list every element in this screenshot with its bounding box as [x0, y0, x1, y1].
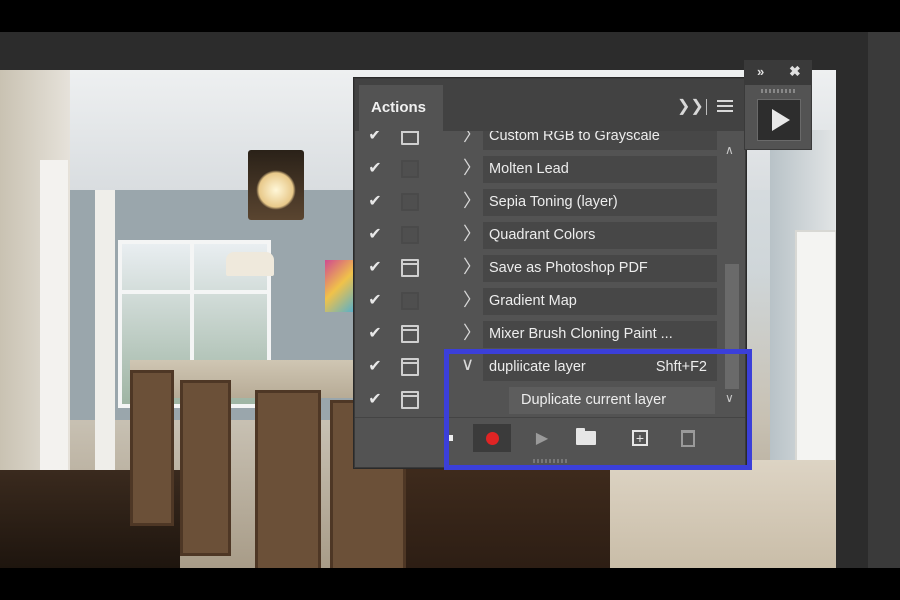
- chevron-right-icon[interactable]: 〉: [463, 290, 481, 310]
- action-row[interactable]: ✔ 〉 Sepia Toning (layer): [355, 186, 721, 219]
- action-name: Save as Photoshop PDF: [483, 255, 717, 282]
- checkmark-icon[interactable]: ✔: [365, 392, 385, 408]
- checkmark-icon[interactable]: ✔: [365, 131, 385, 144]
- action-row[interactable]: ✔ 〉 Save as Photoshop PDF: [355, 252, 721, 285]
- action-name: Gradient Map: [483, 288, 717, 315]
- panel-header: Actions ❯❯: [355, 79, 745, 131]
- mini-panel-grip[interactable]: [761, 89, 795, 93]
- dialog-toggle-icon[interactable]: [401, 259, 419, 277]
- checkmark-icon[interactable]: ✔: [365, 194, 385, 210]
- action-name: Custom RGB to Grayscale: [483, 131, 717, 150]
- mini-panel-header: » ✖: [745, 61, 811, 85]
- chevron-right-icon[interactable]: 〉: [463, 191, 481, 211]
- tab-actions[interactable]: Actions: [359, 85, 443, 131]
- action-row[interactable]: ✔ 〉 Mixer Brush Cloning Paint ...: [355, 318, 721, 351]
- dialog-toggle-icon[interactable]: [401, 226, 419, 244]
- checkmark-icon[interactable]: ✔: [365, 326, 385, 342]
- action-row[interactable]: ✔ 〉 Quadrant Colors: [355, 219, 721, 252]
- dialog-toggle-icon[interactable]: [401, 193, 419, 211]
- dialog-toggle-icon[interactable]: [401, 292, 419, 310]
- dialog-toggle-icon[interactable]: [401, 160, 419, 178]
- highlight-box: [444, 349, 752, 470]
- chevron-right-icon[interactable]: 〉: [463, 224, 481, 244]
- workspace-right-edge: [868, 32, 900, 568]
- checkmark-icon[interactable]: ✔: [365, 227, 385, 243]
- chevron-right-icon[interactable]: 〉: [463, 323, 481, 343]
- double-chevron-right-icon[interactable]: »: [757, 64, 764, 79]
- checkmark-icon[interactable]: ✔: [365, 359, 385, 375]
- chevron-right-icon[interactable]: 〉: [463, 131, 481, 145]
- checkmark-icon[interactable]: ✔: [365, 161, 385, 177]
- play-icon[interactable]: [757, 99, 801, 141]
- dialog-toggle-icon[interactable]: [401, 358, 419, 376]
- double-chevron-right-icon[interactable]: ❯❯: [677, 96, 704, 116]
- chevron-right-icon[interactable]: 〉: [463, 158, 481, 178]
- checkmark-icon[interactable]: ✔: [365, 293, 385, 309]
- action-name: Molten Lead: [483, 156, 717, 183]
- workspace-right-gutter: [836, 70, 868, 568]
- dialog-toggle-icon[interactable]: [401, 391, 419, 409]
- scroll-up-icon[interactable]: ∧: [725, 143, 734, 157]
- close-icon[interactable]: ✖: [789, 63, 801, 80]
- dialog-toggle-icon[interactable]: [401, 325, 419, 343]
- checkmark-icon[interactable]: ✔: [365, 260, 385, 276]
- action-row[interactable]: ✔ 〉 Custom RGB to Grayscale: [355, 131, 721, 153]
- hamburger-menu-icon[interactable]: [717, 100, 733, 112]
- action-row[interactable]: ✔ 〉 Molten Lead: [355, 153, 721, 186]
- button-mode-panel: » ✖: [744, 60, 812, 150]
- action-name: Sepia Toning (layer): [483, 189, 717, 216]
- action-name: Mixer Brush Cloning Paint ...: [483, 321, 717, 348]
- action-row[interactable]: ✔ 〉 Gradient Map: [355, 285, 721, 318]
- action-name: Quadrant Colors: [483, 222, 717, 249]
- chevron-right-icon[interactable]: 〉: [463, 257, 481, 277]
- dialog-toggle-icon[interactable]: [401, 131, 419, 145]
- header-divider: [706, 99, 707, 115]
